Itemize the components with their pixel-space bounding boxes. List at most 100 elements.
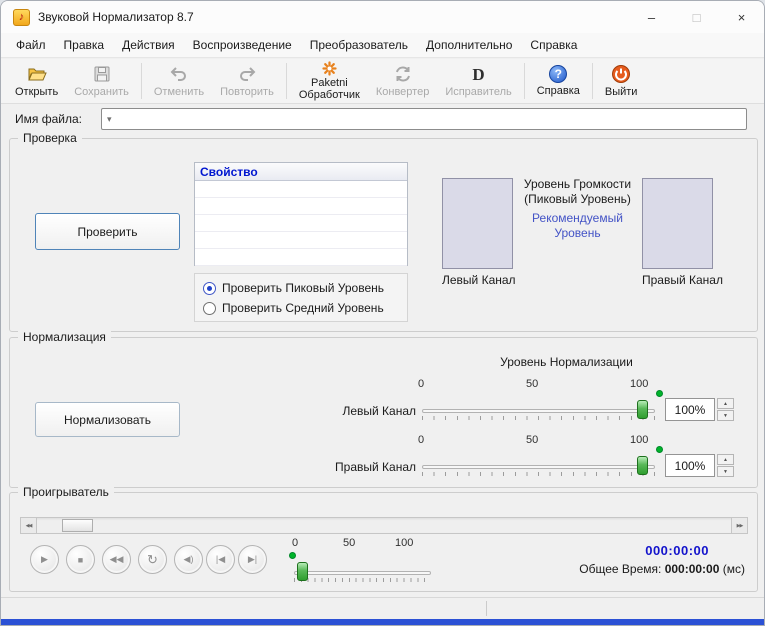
scale-tick-0: 0	[292, 537, 298, 549]
right-volume-slider-track[interactable]	[422, 465, 655, 469]
save-floppy-icon	[92, 64, 112, 84]
rewind-button[interactable]: ◀◀	[102, 545, 131, 574]
seek-left-arrow-button[interactable]: ◀◀	[21, 518, 37, 533]
recommended-level-link[interactable]: Рекомендуемый Уровень	[512, 211, 643, 241]
repeat-button[interactable]: ↻	[138, 545, 167, 574]
right-level-spinbox[interactable]: 100%	[665, 454, 715, 477]
radio-peak-level[interactable]: Проверить Пиковый Уровень	[203, 281, 399, 295]
radio-peak-level-label: Проверить Пиковый Уровень	[222, 281, 384, 295]
undo-icon	[169, 64, 189, 84]
radio-average-level-icon[interactable]	[203, 302, 216, 315]
maximize-button[interactable]: □	[674, 1, 719, 33]
player-volume-slider-ticks	[294, 578, 431, 582]
normalize-button[interactable]: Нормализовать	[35, 402, 180, 437]
table-row[interactable]	[195, 232, 407, 249]
minimize-button[interactable]: –	[629, 1, 674, 33]
menu-item-actions[interactable]: Действия	[113, 34, 184, 56]
menu-item-converter[interactable]: Преобразователь	[301, 34, 417, 56]
toolbar-button-save[interactable]: Сохранить	[66, 62, 137, 100]
seek-scrollbar-thumb[interactable]	[62, 519, 93, 532]
toolbar-button-fixer[interactable]: D Исправитель	[437, 63, 519, 100]
seek-scrollbar[interactable]: ◀◀ ▶▶	[20, 517, 748, 534]
toolbar-redo-label: Повторить	[220, 86, 274, 98]
table-row[interactable]	[195, 215, 407, 232]
chevron-down-icon[interactable]: ▾	[107, 114, 112, 125]
spin-up-button[interactable]: ▲	[717, 398, 734, 409]
play-button[interactable]: ▶	[30, 545, 59, 574]
left-volume-slider-ticks	[422, 416, 655, 420]
normalization-level-caption: Уровень Нормализации	[450, 355, 683, 369]
toolbar-button-exit[interactable]: Выйти	[597, 62, 646, 100]
right-volume-slider-thumb[interactable]	[637, 456, 648, 475]
filename-input[interactable]	[117, 109, 741, 129]
menu-item-file[interactable]: Файл	[7, 34, 55, 56]
spin-up-button[interactable]: ▲	[717, 454, 734, 465]
skip-start-button[interactable]: |◀	[206, 545, 235, 574]
scale-tick-0: 0	[418, 434, 424, 446]
property-table[interactable]: Свойство	[194, 162, 408, 266]
scale-tick-50: 50	[526, 378, 538, 390]
menubar: Файл Правка Действия Воспроизведение Пре…	[1, 33, 764, 58]
filename-label: Имя файла:	[15, 112, 101, 126]
filename-row: Имя файла: ▾	[15, 108, 747, 130]
close-button[interactable]: ×	[719, 1, 764, 33]
toolbar-separator	[286, 63, 287, 99]
seek-right-arrow-button[interactable]: ▶▶	[731, 518, 747, 533]
right-level-meter	[642, 178, 713, 269]
radio-average-level-label: Проверить Средний Уровень	[222, 301, 384, 315]
toolbar-fixer-label: Исправитель	[445, 86, 511, 98]
left-indicator-dot	[656, 390, 663, 397]
menu-item-playback[interactable]: Воспроизведение	[184, 34, 301, 56]
left-level-spinbox[interactable]: 100%	[665, 398, 715, 421]
check-button[interactable]: Проверить	[35, 213, 180, 250]
toolbar-save-label: Сохранить	[74, 86, 129, 98]
elapsed-time: 000:00:00	[495, 543, 745, 558]
toolbar-batch-label-line2: Обработчик	[299, 89, 360, 101]
left-channel-caption: Левый Канал	[442, 273, 513, 287]
toolbar-batch-label-line1: Paketni	[311, 77, 348, 89]
table-row[interactable]	[195, 181, 407, 198]
titlebar: ♪ Звуковой Нормализатор 8.7 – □ ×	[1, 1, 764, 33]
spin-down-button[interactable]: ▼	[717, 410, 734, 421]
toolbar-undo-label: Отменить	[154, 86, 204, 98]
toolbar-button-redo[interactable]: Повторить	[212, 62, 282, 100]
stop-button[interactable]: ■	[66, 545, 95, 574]
menu-item-edit[interactable]: Правка	[55, 34, 114, 56]
spin-down-button[interactable]: ▼	[717, 466, 734, 477]
app-window: ♪ Звуковой Нормализатор 8.7 – □ × Файл П…	[0, 0, 765, 626]
scale-tick-100: 100	[630, 434, 648, 446]
redo-icon	[237, 64, 257, 84]
player-volume-slider-thumb[interactable]	[297, 562, 308, 581]
menu-item-extra[interactable]: Дополнительно	[417, 34, 521, 56]
toolbar-button-converter[interactable]: Конвертер	[368, 62, 437, 100]
toolbar-button-help[interactable]: ? Справка	[529, 63, 588, 99]
toolbar-button-undo[interactable]: Отменить	[146, 62, 212, 100]
menu-item-help[interactable]: Справка	[521, 34, 586, 56]
player-volume-slider-track[interactable]	[294, 571, 431, 575]
scale-tick-100: 100	[630, 378, 648, 390]
left-volume-slider-thumb[interactable]	[637, 400, 648, 419]
radio-average-level[interactable]: Проверить Средний Уровень	[203, 301, 399, 315]
window-title: Звуковой Нормализатор 8.7	[38, 10, 194, 24]
player-group-title: Проигрыватель	[18, 485, 114, 499]
volume-button[interactable]: ◀)	[174, 545, 203, 574]
volume-level-caption: Уровень Громкости (Пиковый Уровень)	[512, 177, 643, 207]
scale-tick-50: 50	[343, 537, 355, 549]
toolbar-separator	[592, 63, 593, 99]
toolbar-exit-label: Выйти	[605, 86, 638, 98]
filename-combobox[interactable]: ▾	[101, 108, 747, 130]
toolbar-separator	[524, 63, 525, 99]
table-row[interactable]	[195, 198, 407, 215]
left-volume-slider-track[interactable]	[422, 409, 655, 413]
toolbar-button-open[interactable]: Открыть	[7, 62, 66, 100]
radio-peak-level-icon[interactable]	[203, 282, 216, 295]
toolbar-button-batch-processor[interactable]: Paketni Обработчик	[291, 59, 368, 103]
right-level-spin-arrows: ▲ ▼	[717, 454, 734, 477]
table-row[interactable]	[195, 249, 407, 266]
toolbar-open-label: Открыть	[15, 86, 58, 98]
skip-end-button[interactable]: ▶|	[238, 545, 267, 574]
app-music-note-icon: ♪	[13, 9, 30, 26]
left-level-meter	[442, 178, 513, 269]
check-mode-radio-group: Проверить Пиковый Уровень Проверить Сред…	[194, 273, 408, 322]
scale-tick-0: 0	[418, 378, 424, 390]
